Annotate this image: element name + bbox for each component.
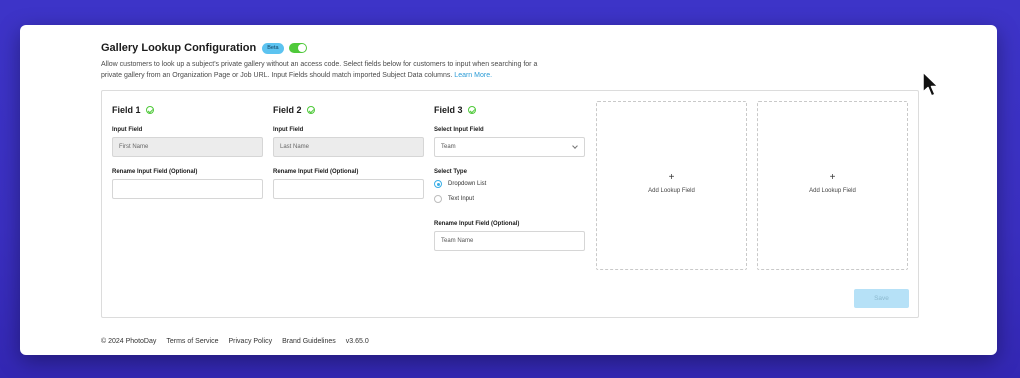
plus-icon: + [668,172,675,183]
fields-panel: Field 1 Input Field First Name Rename In… [101,90,919,318]
footer-copyright: © 2024 PhotoDay [101,338,157,345]
footer-brand-link[interactable]: Brand Guidelines [282,338,336,345]
field-3-title: Field 3 [434,105,463,115]
add-lookup-field-label: Add Lookup Field [809,188,856,194]
description: Allow customers to look up a subject's p… [101,60,551,81]
page-title: Gallery Lookup Configuration [101,42,257,54]
learn-more-link[interactable]: Learn More. [454,72,492,79]
settings-window: Gallery Lookup Configuration Beta Allow … [20,25,997,355]
field-3-rename-label: Rename Input Field (Optional) [434,221,520,227]
radio-text-input[interactable]: Text Input [434,195,474,203]
radio-unselected-icon [434,195,442,203]
field-2-title: Field 2 [273,105,302,115]
toggle-knob [297,44,306,52]
field-3-rename-input[interactable]: Team Name [434,231,585,251]
field-1-title: Field 1 [112,105,141,115]
field-1-header: Field 1 [112,105,154,115]
field-2-rename-input[interactable] [273,179,424,199]
field-2-header: Field 2 [273,105,315,115]
field-3-select[interactable]: Team [434,137,585,157]
title-row: Gallery Lookup Configuration Beta [101,42,307,54]
field-1-input: First Name [112,137,263,157]
beta-badge: Beta [262,42,284,54]
radio-dropdown-list[interactable]: Dropdown List [434,180,486,188]
add-lookup-field-card-1[interactable]: + Add Lookup Field [596,101,747,270]
add-lookup-field-label: Add Lookup Field [648,188,695,194]
plus-icon: + [829,172,836,183]
field-3-type-label: Select Type [434,169,467,175]
check-circle-icon [467,106,476,114]
radio-dropdown-label: Dropdown List [448,181,487,187]
footer-version: v3.65.0 [345,338,369,345]
field-1-input-label: Input Field [112,127,143,133]
check-circle-icon [145,106,154,114]
cursor-icon [922,71,939,97]
save-button[interactable]: Save [854,289,909,308]
field-2-rename-label: Rename Input Field (Optional) [273,169,359,175]
footer-privacy-link[interactable]: Privacy Policy [229,338,273,345]
footer-terms-link[interactable]: Terms of Service [166,338,218,345]
radio-text-label: Text Input [448,196,475,202]
field-1-rename-label: Rename Input Field (Optional) [112,169,198,175]
field-2-input-label: Input Field [273,127,304,133]
add-lookup-field-card-2[interactable]: + Add Lookup Field [757,101,908,270]
field-3-select-label: Select Input Field [434,127,484,133]
radio-selected-icon [434,180,442,188]
field-3-header: Field 3 [434,105,476,115]
field-2-input: Last Name [273,137,424,157]
lookup-toggle[interactable] [288,43,307,53]
field-3-select-value: Team [441,144,456,150]
check-circle-icon [306,106,315,114]
footer: © 2024 PhotoDay Terms of Service Privacy… [101,338,369,345]
chevron-down-icon [572,143,578,149]
field-1-rename-input[interactable] [112,179,263,199]
